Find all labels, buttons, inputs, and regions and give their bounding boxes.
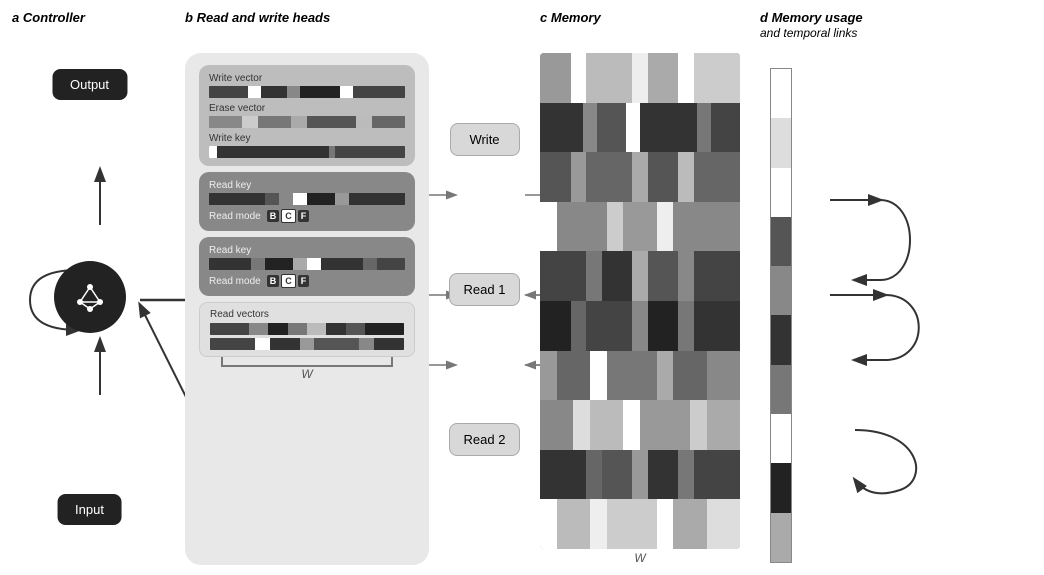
write-key-strip <box>209 146 405 158</box>
input-label: Input <box>75 502 104 517</box>
read-panel-1: Read key Read mode B C F <box>199 172 415 231</box>
section-d-label: d Memory usage and temporal links <box>760 10 900 40</box>
read-vectors-panel: Read vectors <box>199 302 415 357</box>
read2-button-label: Read 2 <box>464 432 506 447</box>
write-panel: Write vector Erase vector <box>199 65 415 166</box>
w-label-b: W <box>301 367 312 381</box>
section-d-title: Memory usage <box>772 10 863 25</box>
write-key-row: Write key <box>209 133 405 158</box>
section-a-title: Controller <box>23 10 85 25</box>
read-key-2-row: Read key <box>209 245 405 270</box>
mode-b-1: B <box>267 210 280 222</box>
usage-cell-9 <box>771 463 791 512</box>
read-mode-1-label: Read mode <box>209 211 261 222</box>
mem-row-1 <box>540 53 740 103</box>
section-c-letter: c <box>540 10 547 25</box>
input-box: Input <box>57 494 122 525</box>
controller-circle <box>54 261 126 333</box>
section-b-letter: b <box>185 10 193 25</box>
section-b-title: Read and write heads <box>197 10 331 25</box>
mode-f-2: F <box>298 275 310 287</box>
erase-vector-strip <box>209 116 405 128</box>
section-a-letter: a <box>12 10 19 25</box>
usage-cell-1 <box>771 69 791 118</box>
mem-row-2 <box>540 103 740 153</box>
controller-area: Output In <box>12 29 167 565</box>
usage-strip-container <box>760 68 900 563</box>
read2-button[interactable]: Read 2 <box>449 423 521 456</box>
read-key-1-label: Read key <box>209 180 405 191</box>
w-brace-b: W <box>199 365 415 381</box>
section-b-inner: Write vector Erase vector <box>185 53 429 565</box>
mem-row-6 <box>540 301 740 351</box>
mem-row-10 <box>540 499 740 549</box>
section-a-label: a Controller <box>12 10 85 25</box>
read-mode-1-row: Read mode B C F <box>209 209 405 223</box>
usage-cell-5 <box>771 266 791 315</box>
section-c: c Memory <box>540 10 740 565</box>
read-key-1-row: Read key <box>209 180 405 205</box>
memory-grid: N <box>540 53 740 549</box>
section-b-label: b Read and write heads <box>185 10 429 25</box>
read-panel-2: Read key Read mode B C <box>199 237 415 296</box>
read-mode-2-row: Read mode B C F <box>209 274 405 288</box>
mode-b-2: B <box>267 275 280 287</box>
read-mode-2-label: Read mode <box>209 276 261 287</box>
read1-button-label: Read 1 <box>464 282 506 297</box>
output-box: Output <box>52 69 127 100</box>
write-vector-strip <box>209 86 405 98</box>
usage-cell-4 <box>771 217 791 266</box>
erase-vector-row: Erase vector <box>209 103 405 128</box>
write-vector-row: Write vector <box>209 73 405 98</box>
read1-button[interactable]: Read 1 <box>449 273 521 306</box>
read-vec-1-strip <box>210 323 404 335</box>
section-b: b Read and write heads Write vector <box>177 10 437 565</box>
usage-cell-10 <box>771 513 791 562</box>
action-buttons-column: Write Read 1 Read 2 <box>437 10 532 565</box>
usage-cell-6 <box>771 315 791 364</box>
section-a: a Controller Output <box>12 10 167 565</box>
usage-cell-7 <box>771 365 791 414</box>
usage-strip <box>770 68 792 563</box>
mem-row-3 <box>540 152 740 202</box>
read-key-2-strip <box>209 258 405 270</box>
mem-row-7 <box>540 351 740 401</box>
section-d: d Memory usage and temporal links <box>760 10 900 565</box>
controller-icon <box>70 277 110 317</box>
section-d-subtitle: and temporal links <box>760 26 857 40</box>
usage-cell-8 <box>771 414 791 463</box>
mem-row-4 <box>540 202 740 252</box>
usage-cell-3 <box>771 168 791 217</box>
section-c-title: Memory <box>551 10 601 25</box>
w-label-c: W <box>540 551 740 565</box>
mode-c-2: C <box>281 274 296 288</box>
write-key-label: Write key <box>209 133 405 144</box>
mem-row-9 <box>540 450 740 500</box>
write-vector-label: Write vector <box>209 73 405 84</box>
write-button-label: Write <box>469 132 499 147</box>
section-d-letter: d <box>760 10 768 25</box>
output-label: Output <box>70 77 109 92</box>
read-key-1-strip <box>209 193 405 205</box>
mode-f-1: F <box>298 210 310 222</box>
erase-vector-label: Erase vector <box>209 103 405 114</box>
read-key-2-label: Read key <box>209 245 405 256</box>
section-c-label: c Memory <box>540 10 740 25</box>
usage-cell-2 <box>771 118 791 167</box>
write-button[interactable]: Write <box>450 123 520 156</box>
mode-c-1: C <box>281 209 296 223</box>
mem-row-8 <box>540 400 740 450</box>
diagram-container: a Controller Output <box>0 0 1044 575</box>
read-vec-2-strip <box>210 338 404 350</box>
read-vectors-label: Read vectors <box>210 309 404 320</box>
mem-row-5 <box>540 251 740 301</box>
